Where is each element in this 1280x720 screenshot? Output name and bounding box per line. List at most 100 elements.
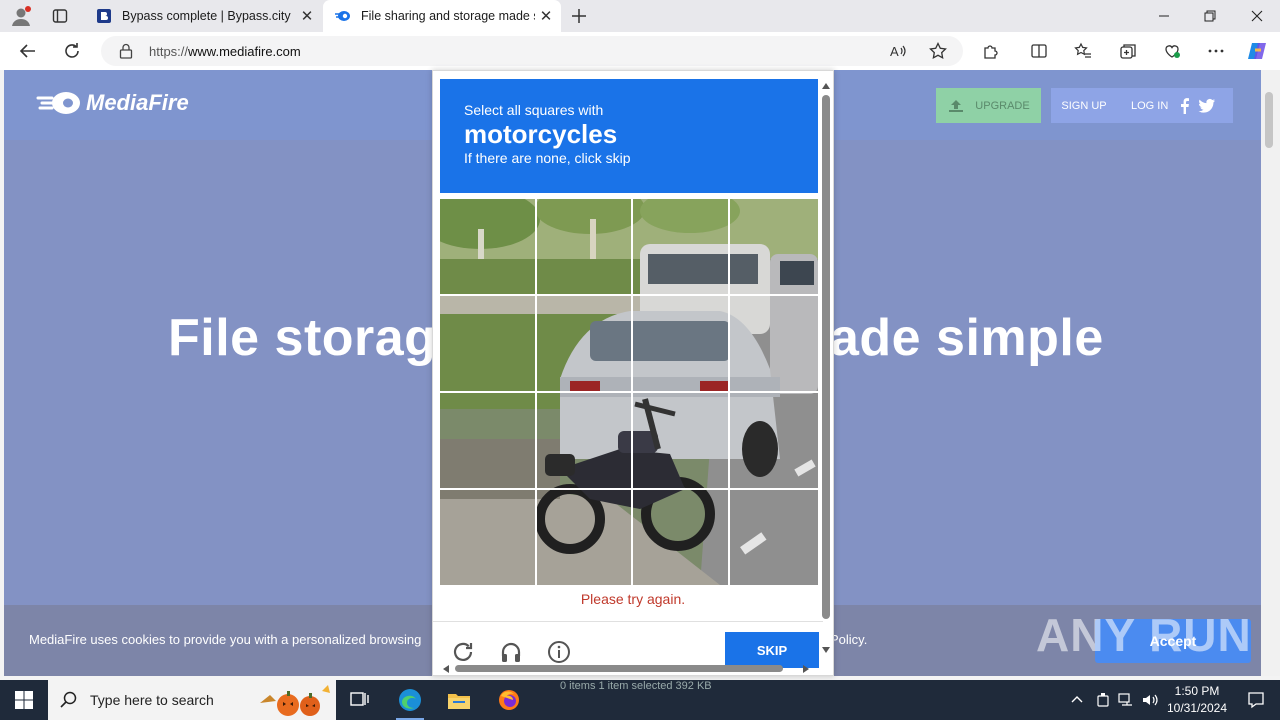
close-window-icon[interactable] [1234, 0, 1280, 32]
extensions-icon[interactable] [980, 40, 1002, 62]
captcha-challenge: Select all squares with motorcycles If t… [432, 70, 834, 676]
captcha-horizontal-scrollbar[interactable] [433, 661, 823, 675]
file-explorer-icon[interactable] [435, 680, 483, 720]
captcha-tile[interactable] [537, 199, 631, 293]
url-field[interactable]: https://www.mediafire.com [101, 36, 963, 66]
show-hidden-icons-chevron-icon[interactable] [1070, 693, 1084, 707]
svg-text:A: A [890, 44, 899, 59]
captcha-header: Select all squares with motorcycles If t… [440, 79, 818, 193]
cookie-text: MediaFire uses cookies to provide you wi… [29, 632, 422, 647]
captcha-error-text: Please try again. [580, 591, 686, 607]
captcha-image-grid [440, 199, 818, 585]
captcha-tile[interactable] [633, 296, 727, 390]
tab-title: Bypass complete | Bypass.city [122, 9, 291, 23]
scroll-right-arrow-icon[interactable] [801, 663, 811, 675]
cookie-policy-link[interactable]: Policy. [830, 632, 867, 647]
task-view-icon[interactable] [336, 680, 384, 720]
captcha-tile[interactable] [537, 296, 631, 390]
tab-title: File sharing and storage made simple [361, 9, 535, 23]
device-icon[interactable] [1096, 692, 1110, 708]
profile-avatar-icon[interactable] [9, 4, 33, 28]
favorites-list-icon[interactable] [1072, 40, 1094, 62]
scroll-up-arrow-icon[interactable] [820, 81, 832, 91]
copilot-icon[interactable] [1246, 40, 1268, 62]
captcha-tile[interactable] [633, 490, 727, 584]
explorer-status-behind: 0 items 1 item selected 392 KB [560, 680, 712, 692]
halloween-pumpkins-icon [260, 685, 330, 716]
new-tab-icon[interactable] [567, 4, 591, 28]
captcha-vertical-scrollbar[interactable] [820, 79, 832, 659]
browser-essentials-icon[interactable] [1161, 40, 1183, 62]
firefox-icon[interactable] [485, 680, 533, 720]
mediafire-logo-icon [36, 92, 80, 114]
upgrade-button[interactable]: UPGRADE [936, 88, 1041, 123]
tab-actions-icon[interactable] [48, 4, 72, 28]
sign-up-label: SIGN UP [1061, 99, 1107, 112]
url-text: https://www.mediafire.com [149, 43, 301, 59]
captcha-target: motorcycles [464, 119, 618, 149]
scroll-down-arrow-icon[interactable] [820, 645, 832, 655]
restore-icon[interactable] [1187, 0, 1233, 32]
mediafire-favicon-icon [335, 8, 351, 24]
captcha-hint: If there are none, click skip [464, 150, 631, 166]
windows-logo-icon [15, 691, 33, 709]
tab-mediafire[interactable]: File sharing and storage made simple ✕ [323, 0, 561, 32]
captcha-tile[interactable] [440, 393, 534, 487]
sign-up-button[interactable]: SIGN UP [1051, 88, 1117, 123]
back-arrow-icon[interactable] [14, 37, 42, 65]
search-placeholder: Type here to search [90, 692, 214, 708]
captcha-instruction: Select all squares with [464, 102, 604, 118]
more-menu-icon[interactable] [1205, 40, 1227, 62]
captcha-tile[interactable] [730, 199, 824, 293]
captcha-vscroll-thumb[interactable] [822, 95, 830, 619]
favorite-star-icon[interactable] [927, 40, 949, 62]
search-icon [60, 691, 77, 708]
edge-taskbar-icon[interactable] [386, 680, 434, 720]
skip-label: SKIP [756, 642, 788, 658]
close-tab-icon[interactable]: ✕ [296, 5, 318, 27]
captcha-tile[interactable] [440, 199, 534, 293]
clock-time: 1:50 PM [1174, 684, 1220, 698]
captcha-tile[interactable] [633, 199, 727, 293]
split-screen-icon[interactable] [1028, 40, 1050, 62]
browser-tab-bar: Bypass complete | Bypass.city ✕ File sha… [0, 0, 1280, 32]
page-scrollbar[interactable] [1261, 70, 1280, 676]
address-bar-row: https://www.mediafire.com A [0, 32, 1280, 70]
refresh-icon[interactable] [58, 37, 86, 65]
taskbar-search-box[interactable]: Type here to search [48, 680, 336, 720]
upgrade-label: UPGRADE [975, 99, 1030, 112]
scroll-left-arrow-icon[interactable] [441, 663, 451, 675]
twitter-icon[interactable] [1198, 98, 1216, 114]
close-tab-icon[interactable]: ✕ [535, 5, 557, 27]
hero-text-right: ade simple [830, 309, 1104, 367]
page-scrollbar-thumb[interactable] [1265, 92, 1273, 148]
captcha-tile[interactable] [730, 296, 824, 390]
captcha-tile[interactable] [730, 490, 824, 584]
captcha-tile[interactable] [537, 393, 631, 487]
start-button[interactable] [0, 680, 48, 720]
captcha-hscroll-thumb[interactable] [455, 665, 783, 672]
clock-date: 10/31/2024 [1166, 701, 1228, 715]
captcha-tile[interactable] [537, 490, 631, 584]
captcha-tile[interactable] [440, 490, 534, 584]
captcha-tile[interactable] [730, 393, 824, 487]
lock-icon[interactable] [119, 43, 133, 59]
network-icon[interactable] [1118, 693, 1134, 707]
upgrade-icon [949, 99, 964, 112]
notifications-icon[interactable] [1232, 680, 1280, 720]
taskbar-clock[interactable]: 1:50 PM 10/31/2024 [1152, 683, 1242, 717]
mediafire-logo[interactable]: MediaFire [36, 90, 189, 116]
tab-bypass[interactable]: Bypass complete | Bypass.city ✕ [84, 0, 322, 32]
captcha-tile[interactable] [440, 296, 534, 390]
system-tray [1070, 680, 1160, 720]
captcha-divider [433, 621, 823, 622]
watermark-text: ANY RUN [1036, 609, 1252, 661]
read-aloud-icon[interactable]: A [887, 40, 909, 62]
log-in-button[interactable]: LOG IN [1117, 88, 1233, 123]
hero-text-left: File storag [168, 309, 437, 367]
minimize-icon[interactable] [1141, 0, 1187, 32]
logo-text: MediaFire [86, 90, 189, 115]
facebook-icon[interactable] [1178, 97, 1192, 114]
collections-icon[interactable] [1117, 40, 1139, 62]
captcha-tile[interactable] [633, 393, 727, 487]
